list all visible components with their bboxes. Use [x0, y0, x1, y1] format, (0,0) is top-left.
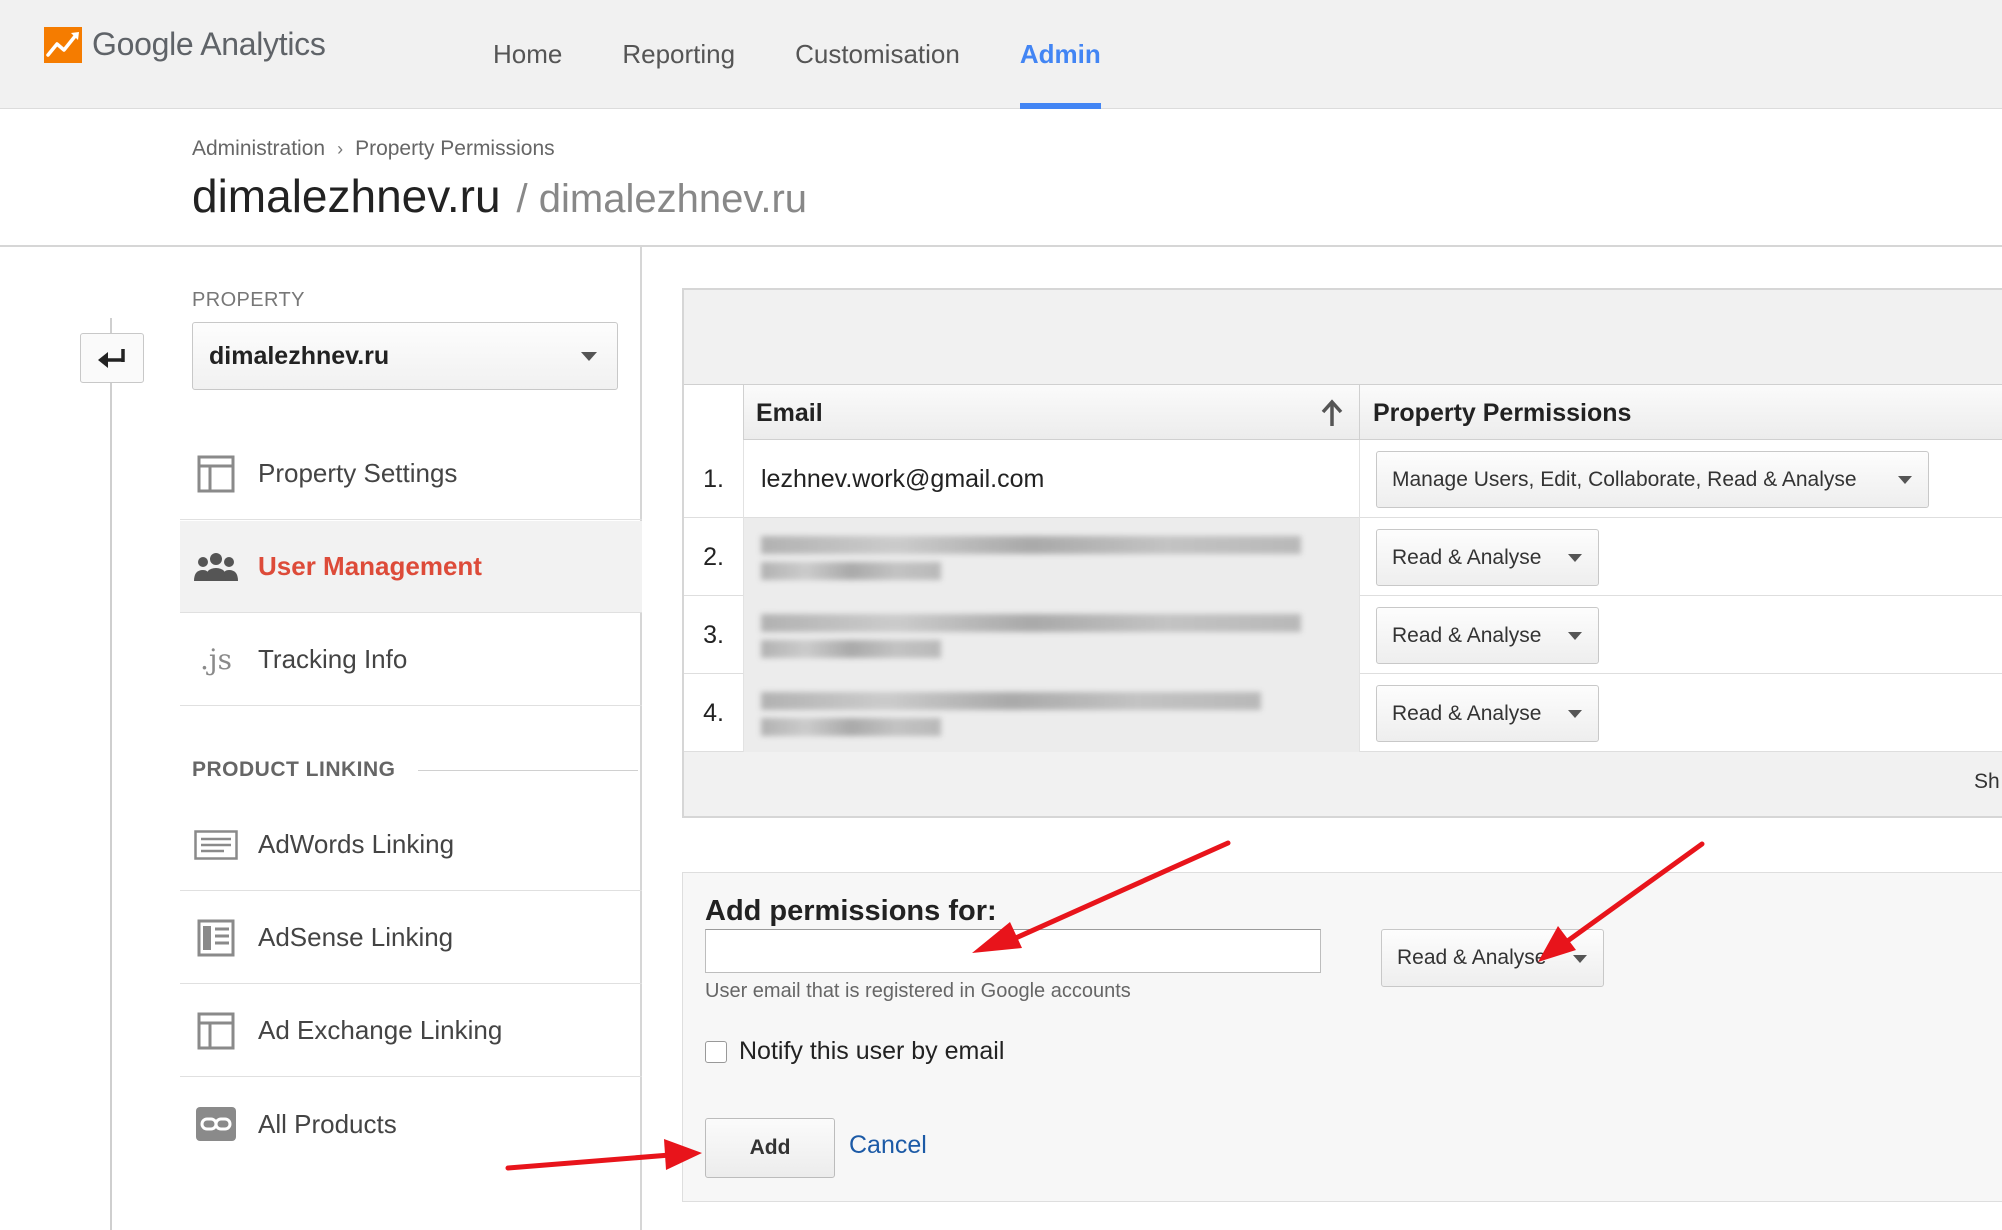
- app-logo[interactable]: Google Analytics: [44, 26, 326, 63]
- analytics-logo-icon: [44, 26, 82, 63]
- redacted-text: [761, 536, 1301, 554]
- chevron-down-icon: [581, 352, 597, 361]
- table-footer-text[interactable]: Sh: [1974, 770, 2000, 794]
- row-number: 4.: [684, 674, 744, 752]
- cancel-link[interactable]: Cancel: [849, 1131, 927, 1160]
- sidebar-item-all-products[interactable]: All Products: [180, 1078, 642, 1170]
- property-select-value: dimalezhnev.ru: [209, 341, 390, 370]
- permission-select[interactable]: Manage Users, Edit, Collaborate, Read & …: [1376, 451, 1929, 508]
- tree-line: [110, 318, 112, 1230]
- redacted-text: [761, 640, 941, 658]
- sidebar-item-label: Ad Exchange Linking: [258, 1015, 503, 1045]
- sidebar-item-label: User Management: [258, 551, 482, 581]
- permission-select[interactable]: Read & Analyse: [1376, 529, 1599, 586]
- page-title-main: dimalezhnev.ru: [192, 170, 501, 222]
- table-header: Email Property Permissions: [684, 384, 2002, 441]
- column-header-permissions: Property Permissions: [1373, 398, 1632, 427]
- product-linking-heading: PRODUCT LINKING: [192, 758, 638, 782]
- sidebar-item-label: AdSense Linking: [258, 922, 454, 952]
- page-header: Administration › Property Permissions di…: [0, 109, 2002, 247]
- adsense-icon: [194, 916, 238, 960]
- row-email-redacted: [744, 596, 1360, 674]
- js-icon: .js: [200, 643, 232, 676]
- nav-admin[interactable]: Admin: [990, 0, 1131, 109]
- breadcrumb-property-permissions: Property Permissions: [355, 137, 555, 160]
- sidebar: PROPERTY dimalezhnev.ru Property Setting…: [180, 247, 642, 1230]
- row-email-redacted: [744, 674, 1360, 752]
- column-header-email[interactable]: Email: [744, 385, 1360, 441]
- sidebar-item-tracking-info[interactable]: .js Tracking Info: [180, 614, 642, 706]
- sidebar-item-label: Property Settings: [258, 458, 458, 488]
- permission-select-value: Read & Analyse: [1392, 701, 1542, 725]
- page-title-sub: / dimalezhnev.ru: [516, 177, 808, 221]
- table-row: 1. lezhnev.work@gmail.com Manage Users, …: [684, 440, 2002, 518]
- redacted-text: [761, 562, 941, 580]
- permission-select[interactable]: Read & Analyse: [1376, 685, 1599, 742]
- layout-icon: [194, 1009, 238, 1053]
- permissions-table: Email Property Permissions 1. lezhnev.wo…: [682, 288, 2002, 818]
- row-email: lezhnev.work@gmail.com: [744, 440, 1360, 518]
- breadcrumb-administration[interactable]: Administration: [192, 137, 325, 161]
- property-select[interactable]: dimalezhnev.ru: [192, 322, 618, 390]
- main-nav: Home Reporting Customisation Admin: [463, 0, 1131, 109]
- user-email-input[interactable]: [705, 929, 1321, 973]
- back-arrow-icon: [98, 349, 125, 368]
- chevron-down-icon: [1573, 955, 1587, 963]
- chevron-down-icon: [1568, 554, 1582, 562]
- table-row: 2. Read & Analyse: [684, 518, 2002, 596]
- row-number: 1.: [684, 440, 744, 518]
- app-logo-text: Google Analytics: [92, 26, 326, 62]
- permission-select[interactable]: Read & Analyse: [1376, 607, 1599, 664]
- new-user-permission-select[interactable]: Read & Analyse: [1381, 929, 1604, 987]
- redacted-text: [761, 614, 1301, 632]
- nav-reporting[interactable]: Reporting: [592, 0, 765, 109]
- table-row: 3. Read & Analyse: [684, 596, 2002, 674]
- row-email-redacted: [744, 518, 1360, 596]
- column-header-email-label: Email: [756, 398, 823, 427]
- breadcrumb: Administration › Property Permissions: [192, 137, 555, 161]
- redacted-text: [761, 692, 1261, 710]
- email-hint: User email that is registered in Google …: [705, 980, 1131, 1002]
- nav-customisation[interactable]: Customisation: [765, 0, 990, 109]
- row-number: 3.: [684, 596, 744, 674]
- sidebar-item-label: All Products: [258, 1108, 397, 1139]
- sidebar-item-adwords-linking[interactable]: AdWords Linking: [180, 799, 642, 891]
- sidebar-item-label: AdWords Linking: [258, 829, 455, 859]
- link-icon: [194, 1102, 238, 1146]
- users-icon: [194, 545, 238, 589]
- nav-home[interactable]: Home: [463, 0, 592, 109]
- permission-select-value: Manage Users, Edit, Collaborate, Read & …: [1392, 467, 1857, 491]
- table-header-number: [684, 385, 744, 441]
- chevron-down-icon: [1568, 710, 1582, 718]
- breadcrumb-separator: ›: [337, 138, 344, 159]
- sidebar-item-ad-exchange-linking[interactable]: Ad Exchange Linking: [180, 985, 642, 1077]
- notify-label: Notify this user by email: [739, 1037, 1005, 1065]
- add-button[interactable]: Add: [705, 1118, 835, 1178]
- layout-icon: [194, 452, 238, 496]
- page-title: dimalezhnev.ru / dimalezhnev.ru: [192, 169, 807, 223]
- permission-select-value: Read & Analyse: [1397, 946, 1547, 969]
- top-bar: Google Analytics Home Reporting Customis…: [0, 0, 2002, 109]
- row-number: 2.: [684, 518, 744, 596]
- permission-select-value: Read & Analyse: [1392, 623, 1542, 647]
- sort-ascending-icon[interactable]: [1321, 399, 1343, 427]
- chevron-down-icon: [1568, 632, 1582, 640]
- notify-checkbox[interactable]: [705, 1040, 727, 1063]
- redacted-text: [761, 718, 941, 736]
- chevron-down-icon: [1898, 476, 1912, 484]
- add-permissions-title: Add permissions for:: [705, 895, 997, 927]
- sidebar-item-label: Tracking Info: [258, 644, 408, 674]
- property-section-label: PROPERTY: [192, 289, 305, 311]
- add-permissions-panel: Add permissions for: User email that is …: [682, 872, 2002, 1202]
- sidebar-item-property-settings[interactable]: Property Settings: [180, 428, 642, 520]
- sidebar-item-user-management[interactable]: User Management: [180, 521, 642, 613]
- permission-select-value: Read & Analyse: [1392, 545, 1542, 569]
- adwords-icon: [194, 823, 238, 867]
- back-button[interactable]: [80, 333, 144, 383]
- table-row: 4. Read & Analyse: [684, 674, 2002, 752]
- sidebar-item-adsense-linking[interactable]: AdSense Linking: [180, 892, 642, 984]
- notify-user-option[interactable]: Notify this user by email: [705, 1037, 1004, 1066]
